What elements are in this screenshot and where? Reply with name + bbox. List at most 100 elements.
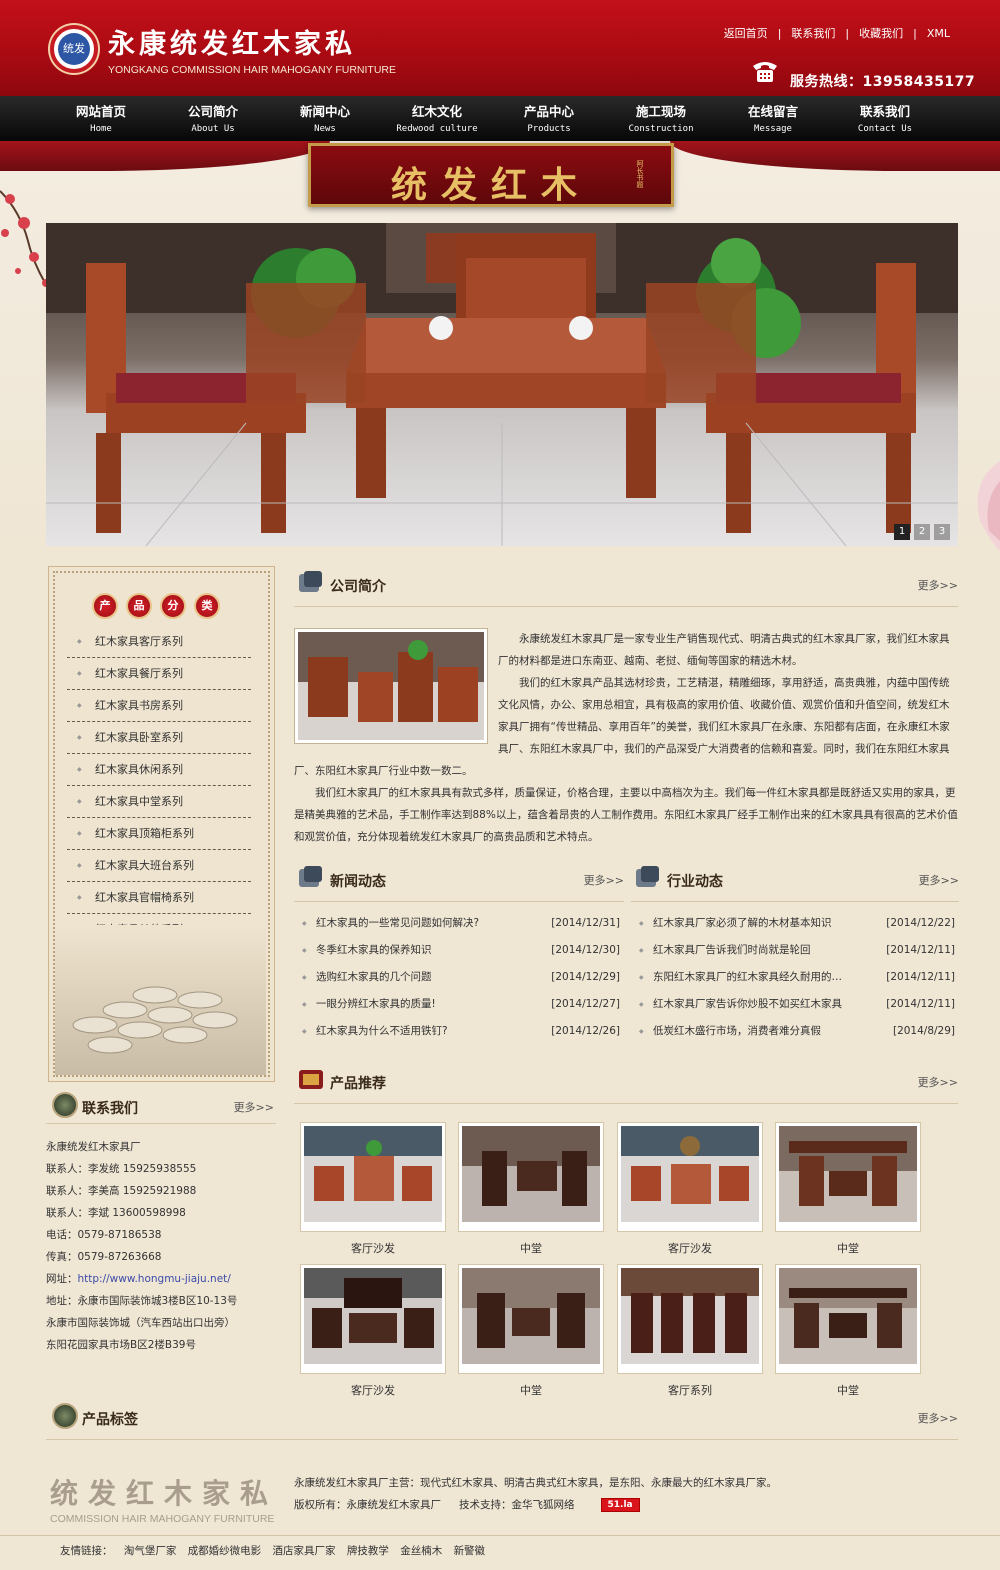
industry-item-title[interactable]: 红木家具厂家必须了解的木材基本知识	[653, 910, 832, 937]
slide-dot[interactable]: 3	[934, 524, 950, 540]
category-item[interactable]: 红木家具客厅系列	[67, 626, 251, 658]
tags-more-link[interactable]: 更多>>	[918, 1410, 958, 1426]
industry-item[interactable]: 红木家具厂告诉我们时尚就是轮回 [2014/12/11]	[631, 937, 959, 964]
product-caption[interactable]: 中堂	[458, 1240, 604, 1256]
nav-home[interactable]: 网站首页 Home	[45, 96, 157, 141]
product-image[interactable]	[617, 1264, 763, 1374]
news-item-title[interactable]: 选购红木家具的几个问题	[316, 964, 432, 991]
news-item-title[interactable]: 红木家具为什么不适用铁钉?	[316, 1018, 448, 1045]
product-card[interactable]: 中堂	[775, 1122, 921, 1256]
nav-label-en: Home	[90, 124, 112, 134]
industry-item-title[interactable]: 东阳红木家具厂的红木家具经久耐用的…	[653, 964, 842, 991]
footer-tech-support[interactable]: 技术支持：金华飞狐网络	[459, 1499, 575, 1511]
link-contact[interactable]: 联系我们	[791, 27, 835, 40]
product-card[interactable]: 中堂	[775, 1264, 921, 1398]
product-caption[interactable]: 客厅沙发	[617, 1240, 763, 1256]
nav-about[interactable]: 公司简介 About Us	[157, 96, 269, 141]
link-favorite[interactable]: 收藏我们	[859, 27, 903, 40]
slide-dot[interactable]: 2	[914, 524, 930, 540]
product-card[interactable]: 客厅沙发	[300, 1264, 446, 1398]
product-card[interactable]: 中堂	[458, 1122, 604, 1256]
nav-products[interactable]: 产品中心 Products	[493, 96, 605, 141]
news-item-title[interactable]: 一眼分辨红木家具的质量!	[316, 991, 436, 1018]
category-item[interactable]: 红木家具餐厅系列	[67, 658, 251, 690]
product-image[interactable]	[775, 1264, 921, 1374]
product-caption[interactable]: 客厅沙发	[300, 1240, 446, 1256]
nav-message[interactable]: 在线留言 Message	[717, 96, 829, 141]
contact-url-link[interactable]: http://www.hongmu-jiaju.net/	[78, 1273, 231, 1285]
news-more-link[interactable]: 更多>>	[584, 872, 624, 888]
friend-link[interactable]: 牌技教学	[347, 1545, 389, 1557]
category-item[interactable]: 红木家具官帽椅系列	[67, 882, 251, 914]
industry-item-title[interactable]: 低炭红木盛行市场，消费者难分真假	[653, 1018, 821, 1045]
about-more-link[interactable]: 更多>>	[918, 577, 958, 593]
slide-dot[interactable]: 1	[894, 524, 910, 540]
nav-label-en: Contact Us	[857, 124, 913, 134]
footer-brand-english: COMMISSION HAIR MAHOGANY FURNITURE	[50, 1513, 275, 1525]
news-item-title[interactable]: 红木家具的一些常见问题如何解决?	[316, 910, 479, 937]
industry-item-title[interactable]: 红木家具厂家告诉你炒股不如买红木家具	[653, 991, 842, 1018]
category-item[interactable]: 红木家具大班台系列	[67, 850, 251, 882]
product-image[interactable]	[775, 1122, 921, 1232]
product-image[interactable]	[300, 1122, 446, 1232]
industry-item[interactable]: 低炭红木盛行市场，消费者难分真假 [2014/8/29]	[631, 1018, 959, 1045]
products-more-link[interactable]: 更多>>	[918, 1074, 958, 1090]
nav-news[interactable]: 新闻中心 News	[269, 96, 381, 141]
product-caption[interactable]: 中堂	[775, 1382, 921, 1398]
news-item[interactable]: 红木家具为什么不适用铁钉? [2014/12/26]	[294, 1018, 624, 1045]
friend-link[interactable]: 金丝楠木	[400, 1545, 442, 1557]
news-item-date: [2014/12/27]	[551, 998, 620, 1010]
category-item[interactable]: 红木家具中堂系列	[67, 786, 251, 818]
nav-label: 联系我们	[859, 104, 910, 119]
news-item[interactable]: 选购红木家具的几个问题 [2014/12/29]	[294, 964, 624, 991]
industry-item[interactable]: 东阳红木家具厂的红木家具经久耐用的… [2014/12/11]	[631, 964, 959, 991]
nav-culture[interactable]: 红木文化 Redwood culture	[381, 96, 493, 141]
product-caption[interactable]: 中堂	[775, 1240, 921, 1256]
friend-link[interactable]: 淘气堡厂家	[124, 1545, 177, 1557]
product-card[interactable]: 客厅沙发	[300, 1122, 446, 1256]
product-photo	[304, 1126, 442, 1222]
nav-construction[interactable]: 施工现场 Construction	[605, 96, 717, 141]
industry-more-link[interactable]: 更多>>	[919, 872, 959, 888]
category-item[interactable]: 红木家具卧室系列	[67, 722, 251, 754]
friend-links: 友情链接： 淘气堡厂家 成都婚纱微电影 酒店家具厂家 牌技教学 金丝楠木 新警徽	[0, 1535, 1000, 1570]
friend-link[interactable]: 成都婚纱微电影	[188, 1545, 262, 1557]
category-item[interactable]: 红木家具休闲系列	[67, 754, 251, 786]
industry-item[interactable]: 红木家具厂家告诉你炒股不如买红木家具 [2014/12/11]	[631, 991, 959, 1018]
nav-label-en: Products	[527, 124, 571, 134]
stats-badge[interactable]: 51.la	[600, 1498, 640, 1512]
about-title: 公司简介	[330, 579, 386, 595]
contact-section-header: 联系我们 更多>>	[46, 1092, 276, 1124]
product-card[interactable]: 中堂	[458, 1264, 604, 1398]
curtain-decoration	[0, 141, 330, 171]
nav-contact[interactable]: 联系我们 Contact Us	[829, 96, 941, 141]
banner-slide-image[interactable]: 1 2 3	[46, 223, 958, 546]
news-item[interactable]: 一眼分辨红木家具的质量! [2014/12/27]	[294, 991, 624, 1018]
banner-area: 统发红木 阿长书题 1 2 3	[0, 141, 1000, 556]
logo-badge[interactable]: 统发	[50, 25, 98, 73]
news-item[interactable]: 红木家具的一些常见问题如何解决? [2014/12/31]	[294, 910, 624, 937]
link-home[interactable]: 返回首页	[724, 27, 768, 40]
product-caption[interactable]: 中堂	[458, 1382, 604, 1398]
friend-link[interactable]: 新警徽	[454, 1545, 486, 1557]
news-item[interactable]: 冬季红木家具的保养知识 [2014/12/30]	[294, 937, 624, 964]
product-caption[interactable]: 客厅沙发	[300, 1382, 446, 1398]
product-card[interactable]: 客厅系列	[617, 1264, 763, 1398]
telephone-icon	[753, 62, 777, 82]
product-image[interactable]	[458, 1264, 604, 1374]
product-caption[interactable]: 客厅系列	[617, 1382, 763, 1398]
contact-more-link[interactable]: 更多>>	[234, 1099, 274, 1115]
industry-item-title[interactable]: 红木家具厂告诉我们时尚就是轮回	[653, 937, 811, 964]
category-item[interactable]: 红木家具顶箱柜系列	[67, 818, 251, 850]
news-item-title[interactable]: 冬季红木家具的保养知识	[316, 937, 432, 964]
product-image[interactable]	[300, 1264, 446, 1374]
friend-link[interactable]: 酒店家具厂家	[273, 1545, 336, 1557]
link-xml[interactable]: XML	[927, 27, 950, 40]
industry-item[interactable]: 红木家具厂家必须了解的木材基本知识 [2014/12/22]	[631, 910, 959, 937]
nav-label: 新闻中心	[299, 104, 350, 119]
product-image[interactable]	[617, 1122, 763, 1232]
contact-line: 东阳花园家具市场B区2楼B39号	[46, 1339, 196, 1351]
product-card[interactable]: 客厅沙发	[617, 1122, 763, 1256]
category-item[interactable]: 红木家具书房系列	[67, 690, 251, 722]
product-image[interactable]	[458, 1122, 604, 1232]
